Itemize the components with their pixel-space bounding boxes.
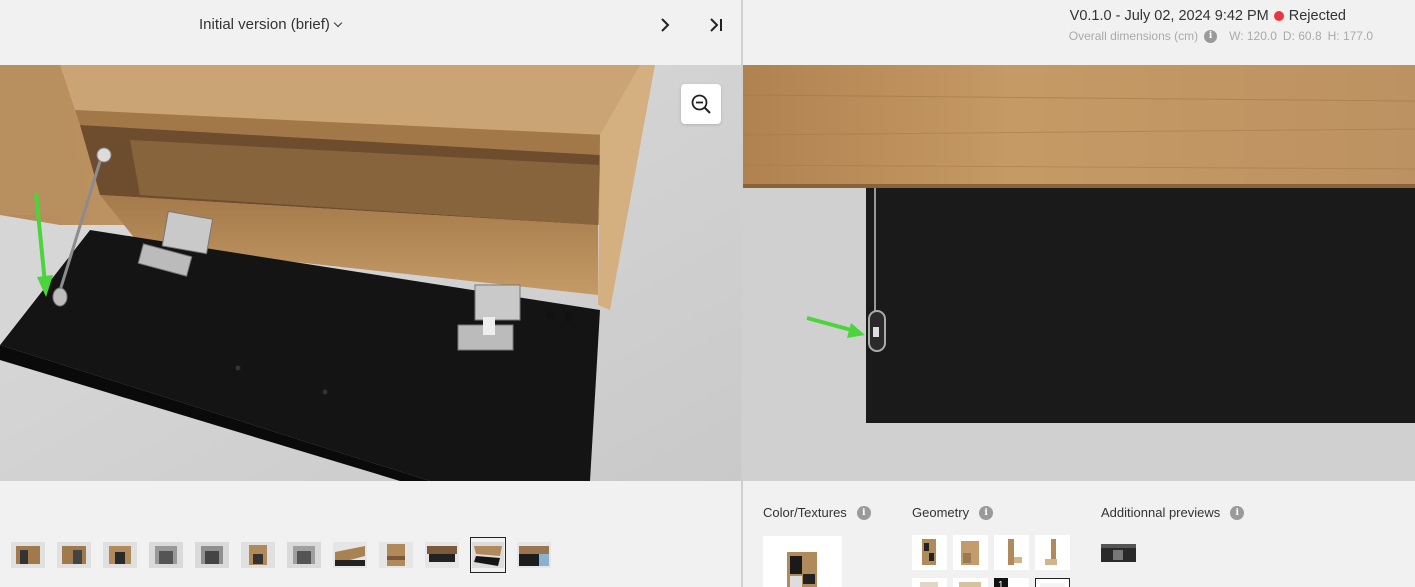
thumbnail[interactable] [102, 537, 138, 573]
right-header: V0.1.0 - July 02, 2024 9:42 PM Rejected … [743, 0, 1415, 65]
geometry-thumbnail[interactable] [912, 535, 947, 570]
geometry-thumbnail[interactable] [1035, 535, 1070, 570]
zoom-out-icon [691, 94, 711, 114]
left-header: Initial version (brief) [0, 0, 741, 65]
geometry-grid: 1 [912, 535, 1070, 587]
dimension-width: W: 120.0 [1229, 29, 1277, 43]
geometry-heading: Geometry i [912, 505, 994, 520]
chevron-down-icon [333, 18, 343, 27]
status-badge: Rejected [1288, 8, 1346, 24]
reference-image [743, 65, 1415, 481]
info-icon[interactable]: i [979, 505, 994, 520]
chevron-right-icon[interactable] [657, 16, 673, 34]
main-product-image [0, 65, 741, 481]
additional-preview-thumbnail[interactable] [1101, 538, 1136, 568]
texture-preview-card[interactable] [763, 536, 842, 587]
geometry-thumbnail[interactable]: 1 [994, 578, 1029, 587]
thumbnail[interactable] [194, 537, 230, 573]
thumbnail[interactable] [332, 537, 368, 573]
version-dropdown-label: Initial version (brief) [199, 16, 330, 33]
dimension-height: H: 177.0 [1327, 29, 1373, 43]
thumbnail[interactable] [148, 537, 184, 573]
geometry-thumbnail[interactable] [912, 578, 947, 587]
thumbnail[interactable] [516, 537, 552, 573]
preview-sections: Color/Textures i Geometry i Additionnal … [743, 481, 1415, 587]
geometry-thumbnail-selected[interactable] [1035, 578, 1070, 587]
thumbnail-selected[interactable] [470, 537, 506, 573]
overall-dimensions: Overall dimensions (cm) i W: 120.0 D: 60… [1069, 29, 1373, 43]
geometry-badge: 1 [998, 580, 1004, 587]
dimensions-label: Overall dimensions (cm) [1068, 29, 1199, 43]
info-icon[interactable]: i [1230, 505, 1245, 520]
right-preview-pane: V0.1.0 - July 02, 2024 9:42 PM Rejected … [743, 0, 1415, 587]
info-icon[interactable]: i [1204, 29, 1218, 43]
additional-previews-heading: Additionnal previews i [1101, 505, 1245, 520]
thumbnail[interactable] [10, 537, 46, 573]
thumbnail[interactable] [424, 537, 460, 573]
thumbnail[interactable] [240, 537, 276, 573]
color-textures-heading: Color/Textures i [763, 505, 871, 520]
geometry-thumbnail[interactable] [994, 535, 1029, 570]
dimension-depth: D: 60.8 [1282, 29, 1322, 43]
skip-to-last-icon[interactable] [706, 16, 726, 34]
left-preview-pane: Initial version (brief) [0, 0, 741, 587]
geometry-label: Geometry [912, 505, 970, 520]
status-dot-icon [1273, 11, 1284, 21]
color-textures-label: Color/Textures [763, 505, 847, 520]
info-icon[interactable]: i [856, 505, 871, 520]
geometry-thumbnail[interactable] [953, 535, 988, 570]
thumbnail[interactable] [56, 537, 92, 573]
thumbnail[interactable] [378, 537, 414, 573]
version-info: V0.1.0 - July 02, 2024 9:42 PM Rejected [1070, 8, 1346, 24]
zoom-out-button[interactable] [681, 84, 721, 124]
version-dropdown[interactable]: Initial version (brief) [199, 16, 343, 33]
thumbnail[interactable] [286, 537, 322, 573]
thumbnail-strip [10, 537, 562, 573]
version-text: V0.1.0 - July 02, 2024 9:42 PM [1069, 8, 1269, 24]
geometry-thumbnail[interactable] [953, 578, 988, 587]
additional-previews-label: Additionnal previews [1101, 505, 1221, 520]
